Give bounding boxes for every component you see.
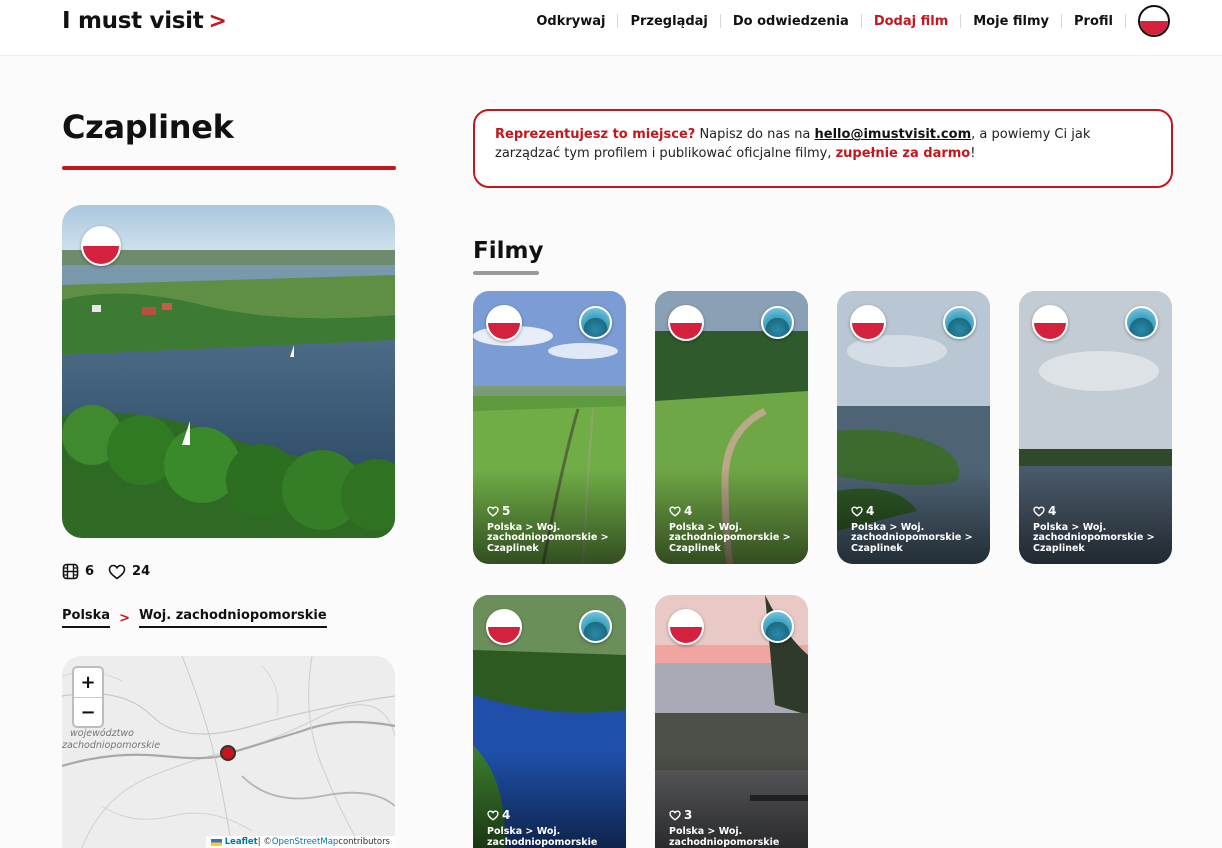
film-likes-count: 4 bbox=[866, 504, 875, 518]
breadcrumb: Polska > Woj. zachodniopomorskie bbox=[62, 608, 327, 628]
nav-divider bbox=[960, 14, 962, 28]
page-title: Czaplinek bbox=[62, 108, 234, 146]
film-likes-count: 4 bbox=[684, 504, 693, 518]
place-stats: 6 24 bbox=[62, 563, 164, 580]
film-card[interactable]: 3 Polska > Woj. zachodniopomorskie bbox=[655, 595, 808, 848]
polish-flag-icon bbox=[668, 305, 704, 341]
map-zoom-control: + − bbox=[72, 666, 104, 728]
film-card[interactable]: 4 Polska > Woj. zachodniopomorskie > Cza… bbox=[837, 291, 990, 564]
films-section-title: Filmy bbox=[473, 238, 544, 264]
nav-dodaj-film[interactable]: Dodaj film bbox=[874, 14, 948, 29]
heart-icon bbox=[1033, 505, 1045, 517]
nav-do-odwiedzenia[interactable]: Do odwiedzenia bbox=[733, 14, 849, 29]
film-likes-count: 4 bbox=[502, 808, 511, 822]
likes-count: 24 bbox=[132, 564, 151, 579]
polish-flag-icon bbox=[486, 305, 522, 341]
notice-lead: Reprezentujesz to miejsce? bbox=[495, 127, 696, 142]
polish-flag-icon bbox=[668, 609, 704, 645]
channel-avatar-icon[interactable] bbox=[579, 306, 612, 339]
nav-divider bbox=[1125, 14, 1126, 28]
channel-avatar-icon[interactable] bbox=[761, 306, 794, 339]
nav-divider bbox=[1061, 14, 1063, 28]
nav-divider bbox=[617, 14, 619, 28]
heart-icon bbox=[669, 809, 681, 821]
film-location: Polska > Woj. zachodniopomorskie bbox=[487, 826, 598, 848]
film-likes: 4 bbox=[487, 808, 510, 822]
osm-link[interactable]: OpenStreetMap bbox=[272, 837, 338, 847]
logo-chevron-icon: > bbox=[208, 8, 227, 34]
title-underline bbox=[62, 166, 396, 170]
breadcrumb-country[interactable]: Polska bbox=[62, 608, 111, 628]
film-location: Polska > Woj. zachodniopomorskie > Czapl… bbox=[851, 521, 973, 554]
channel-avatar-icon[interactable] bbox=[943, 306, 976, 339]
notice-text: ! bbox=[970, 146, 976, 161]
film-icon bbox=[62, 563, 79, 580]
film-location: Polska > Woj. zachodniopomorskie > Czapl… bbox=[487, 521, 609, 554]
film-likes: 3 bbox=[669, 808, 692, 822]
film-location: Polska > Woj. zachodniopomorskie > Czapl… bbox=[669, 521, 791, 554]
film-likes-count: 3 bbox=[684, 808, 693, 822]
film-location: Polska > Woj. zachodniopomorskie bbox=[669, 826, 780, 848]
film-likes-count: 4 bbox=[1048, 504, 1057, 518]
film-likes-count: 5 bbox=[502, 504, 511, 518]
heart-icon bbox=[487, 809, 499, 821]
map-region-label: województwo bbox=[70, 728, 134, 739]
polish-flag-icon bbox=[850, 305, 886, 341]
nav-moje-filmy[interactable]: Moje filmy bbox=[973, 14, 1049, 29]
channel-avatar-icon[interactable] bbox=[761, 610, 794, 643]
claim-profile-notice: Reprezentujesz to miejsce? Napisz do nas… bbox=[473, 109, 1173, 188]
channel-avatar-icon[interactable] bbox=[579, 610, 612, 643]
nav-divider bbox=[860, 14, 862, 28]
heart-icon bbox=[487, 505, 499, 517]
map-attribution: Leaflet | © OpenStreetMap contributors bbox=[205, 836, 395, 848]
heart-icon bbox=[108, 564, 126, 580]
polish-flag-icon bbox=[81, 226, 121, 266]
nav-divider bbox=[719, 14, 721, 28]
nav-odkrywaj[interactable]: Odkrywaj bbox=[536, 14, 605, 29]
channel-avatar-icon[interactable] bbox=[1125, 306, 1158, 339]
film-card[interactable]: 4 Polska > Woj. zachodniopomorskie > Cza… bbox=[1019, 291, 1172, 564]
zoom-out-button[interactable]: − bbox=[74, 697, 102, 726]
leaflet-link[interactable]: Leaflet bbox=[225, 837, 258, 847]
film-likes: 4 bbox=[1033, 504, 1056, 518]
logo-text: I must visit bbox=[62, 8, 204, 34]
film-likes: 5 bbox=[487, 504, 510, 518]
attribution-tail: contributors bbox=[338, 837, 390, 847]
film-card[interactable]: 5 Polska > Woj. zachodniopomorskie > Cza… bbox=[473, 291, 626, 564]
contact-email-link[interactable]: hello@imustvisit.com bbox=[815, 127, 972, 142]
ukraine-flag-icon bbox=[210, 838, 222, 846]
site-header: I must visit > Odkrywaj Przeglądaj Do od… bbox=[0, 0, 1222, 56]
polish-flag-icon bbox=[486, 609, 522, 645]
film-likes: 4 bbox=[669, 504, 692, 518]
polish-flag-icon bbox=[1032, 305, 1068, 341]
location-map[interactable]: + − województwo zachodniopomorskie Leafl… bbox=[62, 656, 395, 848]
map-marker-icon[interactable] bbox=[220, 745, 236, 761]
notice-text: Napisz do nas na bbox=[695, 127, 815, 142]
heart-icon bbox=[851, 505, 863, 517]
map-region-label: zachodniopomorskie bbox=[62, 740, 161, 751]
nav-przegladaj[interactable]: Przeglądaj bbox=[630, 14, 707, 29]
zoom-in-button[interactable]: + bbox=[74, 668, 102, 697]
notice-emphasis: zupełnie za darmo bbox=[835, 146, 971, 161]
heart-icon bbox=[669, 505, 681, 517]
attribution-sep: | © bbox=[257, 837, 272, 847]
polish-flag-icon[interactable] bbox=[1138, 5, 1170, 37]
breadcrumb-region[interactable]: Woj. zachodniopomorskie bbox=[138, 608, 327, 628]
film-location: Polska > Woj. zachodniopomorskie > Czapl… bbox=[1033, 521, 1155, 554]
nav-profil[interactable]: Profil bbox=[1074, 14, 1113, 29]
film-card[interactable]: 4 Polska > Woj. zachodniopomorskie bbox=[473, 595, 626, 848]
films-count: 6 bbox=[85, 564, 95, 579]
films-section-underline bbox=[473, 271, 539, 275]
place-hero-image[interactable] bbox=[62, 205, 395, 538]
film-card[interactable]: 4 Polska > Woj. zachodniopomorskie > Cza… bbox=[655, 291, 808, 564]
breadcrumb-separator: > bbox=[119, 610, 130, 626]
main-nav: Odkrywaj Przeglądaj Do odwiedzenia Dodaj… bbox=[536, 5, 1170, 37]
site-logo[interactable]: I must visit > bbox=[62, 8, 227, 34]
film-likes: 4 bbox=[851, 504, 874, 518]
